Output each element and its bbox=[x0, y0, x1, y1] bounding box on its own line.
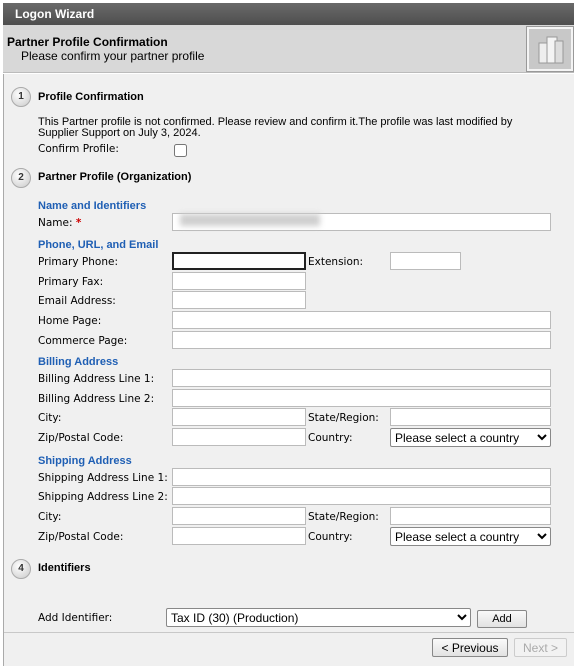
section-title: Partner Profile (Organization) bbox=[38, 171, 192, 183]
shipping-line2-label: Shipping Address Line 2: bbox=[38, 491, 168, 503]
identifier-type-select[interactable]: Tax ID (30) (Production) bbox=[166, 608, 471, 627]
shipping-city-input[interactable] bbox=[172, 507, 306, 525]
confirm-label: Confirm Profile: bbox=[38, 143, 119, 155]
fax-input[interactable] bbox=[172, 272, 306, 290]
name-label: Name: * bbox=[38, 217, 82, 229]
home-page-input[interactable] bbox=[172, 311, 551, 329]
billing-line2-label: Billing Address Line 2: bbox=[38, 393, 155, 405]
extension-input[interactable] bbox=[390, 252, 461, 270]
subsection-name: Name and Identifiers bbox=[38, 200, 147, 212]
billing-line1-label: Billing Address Line 1: bbox=[38, 373, 155, 385]
billing-country-select[interactable]: Please select a country bbox=[390, 428, 551, 447]
shipping-line2-input[interactable] bbox=[172, 487, 551, 505]
subsection-phone: Phone, URL, and Email bbox=[38, 239, 159, 251]
primary-phone-label: Primary Phone: bbox=[38, 256, 118, 268]
billing-line1-input[interactable] bbox=[172, 369, 551, 387]
billing-city-label: City: bbox=[38, 412, 62, 424]
step-number: 1 bbox=[11, 87, 31, 107]
billing-line2-input[interactable] bbox=[172, 389, 551, 407]
fax-label: Primary Fax: bbox=[38, 276, 104, 288]
commerce-page-label: Commerce Page: bbox=[38, 335, 128, 347]
window-title: Logon Wizard bbox=[3, 3, 574, 25]
email-input[interactable] bbox=[172, 291, 306, 309]
step-number: 2 bbox=[11, 168, 31, 188]
shipping-zip-label: Zip/Postal Code: bbox=[38, 531, 124, 543]
shipping-line1-label: Shipping Address Line 1: bbox=[38, 472, 168, 484]
home-page-label: Home Page: bbox=[38, 315, 102, 327]
add-identifier-button[interactable]: Add bbox=[477, 610, 527, 628]
billing-country-label: Country: bbox=[308, 432, 353, 444]
subsection-shipping: Shipping Address bbox=[38, 455, 132, 467]
billing-zip-input[interactable] bbox=[172, 428, 306, 446]
commerce-page-input[interactable] bbox=[172, 331, 551, 349]
section-title: Profile Confirmation bbox=[38, 91, 144, 103]
confirm-profile-checkbox[interactable] bbox=[174, 144, 187, 157]
step-number: 4 bbox=[11, 559, 31, 579]
shipping-country-label: Country: bbox=[308, 531, 353, 543]
shipping-zip-input[interactable] bbox=[172, 527, 306, 545]
billing-state-input[interactable] bbox=[390, 408, 551, 426]
shipping-state-label: State/Region: bbox=[308, 511, 379, 523]
primary-phone-input[interactable] bbox=[172, 252, 306, 270]
shipping-line1-input[interactable] bbox=[172, 468, 551, 486]
email-label: Email Address: bbox=[38, 295, 116, 307]
add-identifier-label: Add Identifier: bbox=[38, 612, 113, 624]
billing-city-input[interactable] bbox=[172, 408, 306, 426]
redacted-name bbox=[180, 214, 320, 226]
section-title: Identifiers bbox=[38, 562, 91, 574]
page-header: Partner Profile Confirmation Please conf… bbox=[3, 25, 574, 73]
shipping-city-label: City: bbox=[38, 511, 62, 523]
page-title: Partner Profile Confirmation bbox=[7, 35, 168, 49]
shipping-country-select[interactable]: Please select a country bbox=[390, 527, 551, 546]
shipping-state-input[interactable] bbox=[390, 507, 551, 525]
billing-zip-label: Zip/Postal Code: bbox=[38, 432, 124, 444]
previous-button[interactable]: < Previous bbox=[432, 638, 508, 657]
next-button[interactable]: Next > bbox=[514, 638, 567, 657]
confirmation-message: This Partner profile is not confirmed. P… bbox=[38, 116, 513, 139]
page-subtitle: Please confirm your partner profile bbox=[21, 49, 205, 63]
building-icon bbox=[527, 27, 573, 71]
billing-state-label: State/Region: bbox=[308, 412, 379, 424]
footer-divider bbox=[4, 632, 574, 633]
subsection-billing: Billing Address bbox=[38, 356, 119, 368]
extension-label: Extension: bbox=[308, 256, 364, 268]
